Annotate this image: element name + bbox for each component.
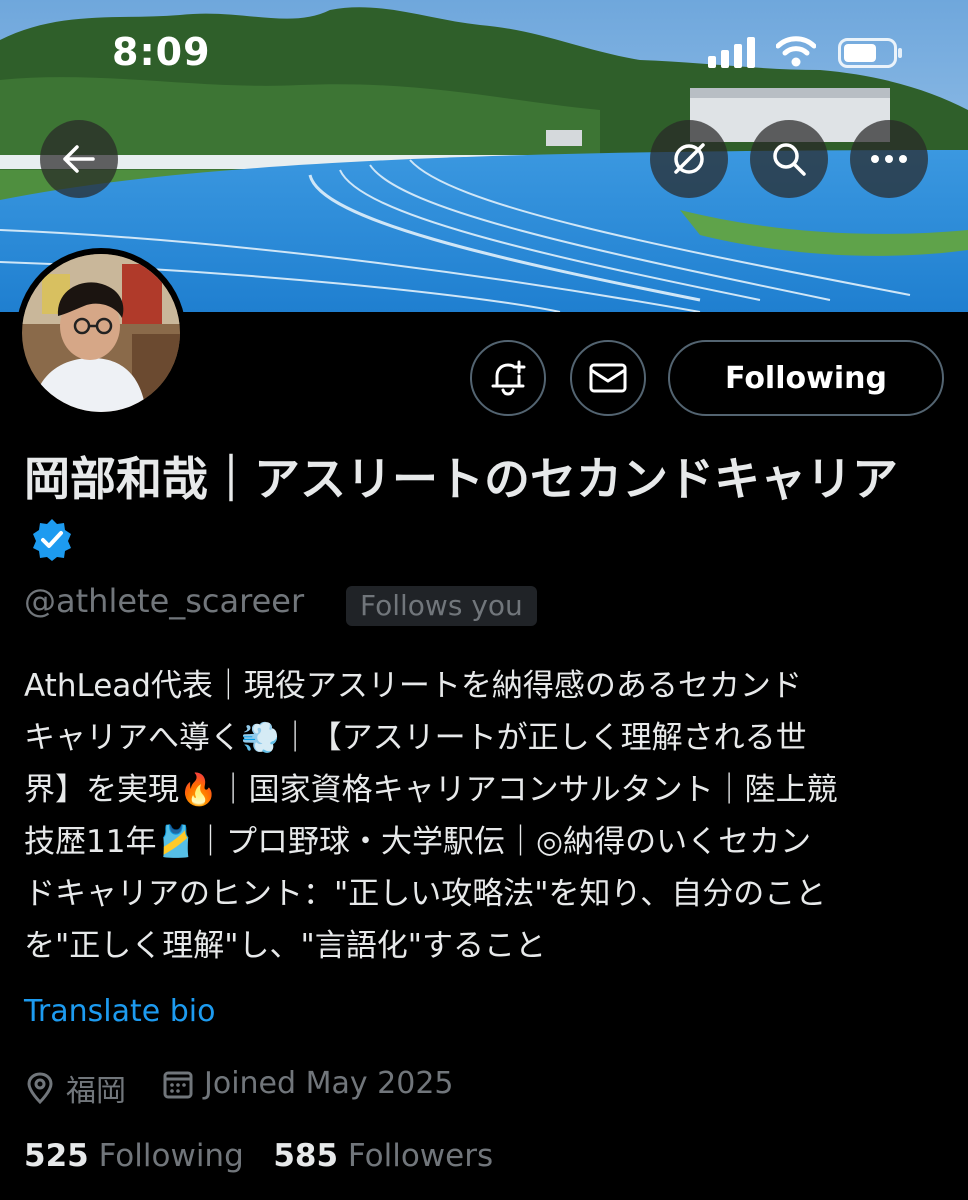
- envelope-icon: [589, 363, 627, 393]
- notify-button[interactable]: [470, 340, 546, 416]
- grok-icon: [674, 143, 705, 174]
- calendar-icon: [163, 1071, 193, 1098]
- followers-label: Followers: [347, 1138, 494, 1174]
- following-label: Following: [98, 1138, 244, 1174]
- search-icon: [773, 143, 806, 176]
- battery-icon: [838, 38, 902, 68]
- following-button[interactable]: Following: [668, 340, 944, 416]
- follows-you-badge: Follows you: [346, 586, 537, 626]
- location: 福岡: [24, 1066, 126, 1110]
- more-button[interactable]: [850, 120, 928, 198]
- verified-badge-icon[interactable]: [30, 512, 74, 578]
- avatar[interactable]: [16, 248, 186, 418]
- more-icon: [871, 155, 907, 163]
- followers-count: 585: [273, 1138, 339, 1174]
- following-count: 525: [24, 1138, 89, 1174]
- status-time: 8:09: [112, 30, 211, 74]
- cellular-signal-icon: [708, 37, 755, 68]
- profile-bio: AthLead代表｜現役アスリートを納得感のあるセカンド キャリアへ導く💨｜【ア…: [24, 668, 838, 964]
- search-button[interactable]: [750, 120, 828, 198]
- join-date: Joined May 2025: [162, 1066, 454, 1101]
- profile-name: 岡部和哉｜アスリートのセカンドキャリア: [24, 452, 898, 506]
- profile-name-block: 岡部和哉｜アスリートのセカンドキャリア: [24, 446, 934, 582]
- followers-count-link[interactable]: 585 Followers: [273, 1138, 493, 1174]
- following-count-link[interactable]: 525 Following: [24, 1138, 244, 1174]
- translate-bio-link[interactable]: Translate bio: [24, 994, 215, 1029]
- wifi-icon: [776, 36, 816, 67]
- follow-counts: 525 Following 585 Followers: [24, 1138, 493, 1174]
- location-text: 福岡: [66, 1074, 126, 1109]
- status-bar: 8:09: [0, 0, 968, 110]
- message-button[interactable]: [570, 340, 646, 416]
- location-pin-icon: [27, 1072, 53, 1105]
- grok-button[interactable]: [650, 120, 728, 198]
- back-button[interactable]: [40, 120, 118, 198]
- bell-plus-icon: [491, 360, 526, 396]
- join-date-text: Joined May 2025: [204, 1066, 454, 1101]
- profile-handle: @athlete_scareer: [24, 582, 305, 620]
- arrow-left-icon: [63, 145, 95, 173]
